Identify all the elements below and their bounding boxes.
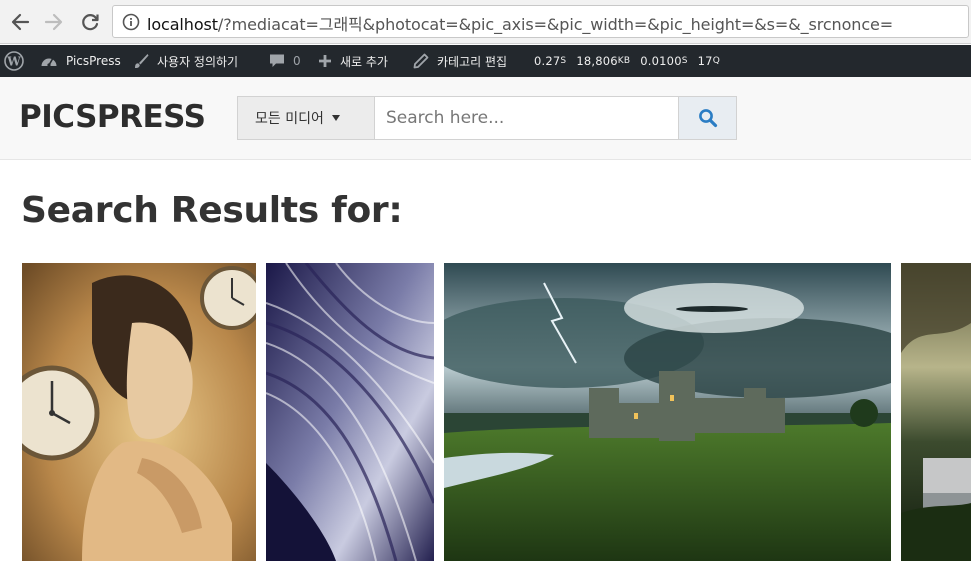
query-time-unit: S [681, 56, 688, 66]
site-header: PICSPRESS 모든 미디어 [0, 77, 971, 160]
new-content-link[interactable]: 새로 추가 [318, 45, 388, 77]
svg-text:W: W [6, 55, 21, 69]
query-time-value: 0.0100 [640, 54, 682, 68]
back-arrow-icon [11, 13, 30, 31]
paintbrush-icon [135, 54, 149, 69]
browser-toolbar: localhost/?mediacat=그래픽&photocat=&pic_ax… [0, 0, 971, 44]
dashboard-gauge-icon [41, 58, 57, 67]
search-input[interactable] [374, 96, 679, 140]
edit-category-label: 카테고리 편집 [437, 54, 508, 69]
search-button[interactable] [678, 96, 737, 140]
memory-value: 18,806 [576, 54, 618, 68]
castle-storm-art-icon [444, 263, 891, 561]
gallery-thumbnail[interactable] [266, 263, 434, 561]
site-name-label: PicsPress [66, 54, 121, 68]
gallery-thumbnail[interactable] [444, 263, 891, 561]
page-title: Search Results for: [21, 190, 403, 231]
search-icon [698, 109, 717, 128]
site-name-link[interactable]: PicsPress [40, 45, 121, 77]
query-count-unit: Q [712, 56, 720, 66]
page-time-value: 0.27 [534, 54, 561, 68]
gallery-thumbnail[interactable] [901, 263, 971, 561]
url-host: localhost [147, 15, 218, 34]
page-time-unit: S [560, 56, 567, 66]
admin-bar: W PicsPress 사용자 정의하기 0 새로 추가 카테고리 편집 0.2… [0, 45, 971, 77]
comment-bubble-icon [270, 54, 284, 67]
back-button[interactable] [6, 8, 34, 36]
address-bar[interactable]: localhost/?mediacat=그래픽&photocat=&pic_ax… [112, 5, 969, 38]
pencil-icon [413, 53, 429, 69]
comments-count: 0 [293, 54, 301, 68]
plus-icon [319, 55, 331, 67]
search-form: 모든 미디어 [237, 96, 737, 140]
forward-button[interactable] [40, 8, 68, 36]
edit-category-link[interactable]: 카테고리 편집 [413, 45, 507, 77]
bridge-art-icon [901, 263, 971, 561]
url-path: /?mediacat=그래픽&photocat=&pic_axis=&pic_w… [217, 15, 894, 34]
memory-unit: KB [617, 56, 631, 66]
fractal-art-icon [266, 263, 434, 561]
query-count-value: 17 [697, 54, 713, 68]
new-content-label: 새로 추가 [340, 54, 388, 69]
reload-button[interactable] [76, 8, 104, 36]
forward-arrow-icon [44, 13, 63, 31]
site-logo[interactable]: PICSPRESS [19, 99, 206, 135]
woman-clocks-art-icon [22, 263, 256, 561]
caret-down-icon [331, 115, 340, 121]
media-category-selected: 모든 미디어 [255, 111, 324, 127]
media-category-dropdown[interactable]: 모든 미디어 [237, 96, 375, 140]
query-monitor-stats[interactable]: 0.27 S 18,806 KB 0.0100 S 17 Q [534, 45, 720, 77]
url-text[interactable]: localhost/?mediacat=그래픽&photocat=&pic_ax… [147, 11, 893, 35]
wordpress-icon: W [4, 51, 24, 71]
wordpress-logo-button[interactable]: W [4, 45, 32, 77]
reload-icon [82, 14, 99, 31]
customize-label: 사용자 정의하기 [157, 54, 239, 69]
gallery-thumbnail[interactable] [22, 263, 256, 561]
comments-link[interactable]: 0 [269, 45, 301, 77]
info-icon[interactable] [122, 13, 140, 31]
customize-link[interactable]: 사용자 정의하기 [133, 45, 238, 77]
